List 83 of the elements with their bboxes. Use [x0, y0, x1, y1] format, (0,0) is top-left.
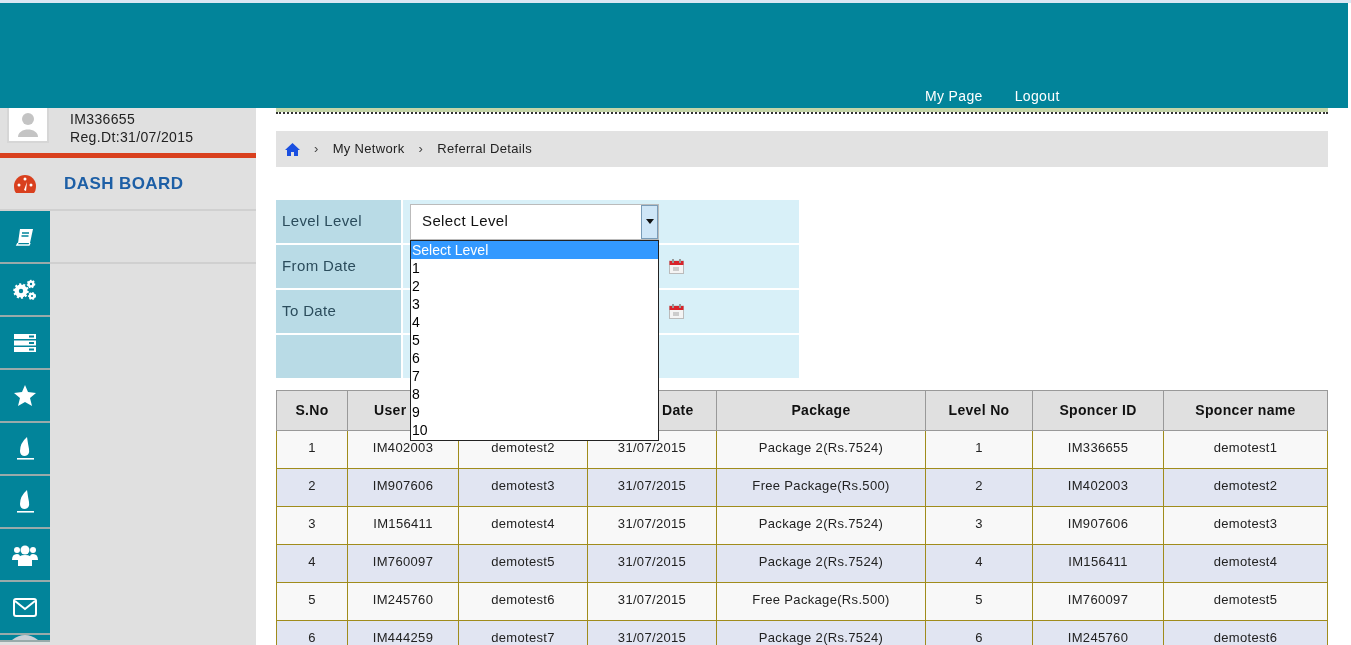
table-cell: demotest5 — [458, 544, 588, 583]
table-cell: 31/07/2015 — [587, 506, 717, 545]
flame-icon — [16, 436, 34, 461]
table-cell: 4 — [276, 544, 348, 583]
column-header: Sponcer name — [1163, 390, 1328, 431]
table-cell: demotest1 — [1163, 430, 1328, 469]
table-cell: IM402003 — [1032, 468, 1164, 507]
table-cell: demotest3 — [458, 468, 588, 507]
table-cell: Package 2(Rs.7524) — [716, 506, 926, 545]
gears-icon — [13, 278, 37, 301]
breadcrumb-separator: › — [314, 140, 319, 159]
calendar-icon[interactable] — [669, 259, 684, 274]
user-id: IM336655 — [70, 110, 137, 128]
sidebar-item[interactable] — [0, 317, 50, 370]
table-cell: Free Package(Rs.500) — [716, 468, 926, 507]
column-header: Level No — [925, 390, 1033, 431]
table-cell: 3 — [276, 506, 348, 545]
table-cell: Package 2(Rs.7524) — [716, 620, 926, 645]
table-cell: demotest4 — [1163, 544, 1328, 583]
breadcrumb-link[interactable]: My Network — [332, 139, 405, 159]
table-cell: demotest2 — [1163, 468, 1328, 507]
sidebar-item[interactable] — [0, 635, 50, 642]
home-icon[interactable] — [285, 142, 300, 156]
users-icon — [12, 543, 38, 566]
breadcrumb-separator: › — [418, 140, 424, 159]
table-cell: Free Package(Rs.500) — [716, 582, 926, 621]
sidebar-item[interactable] — [0, 582, 50, 635]
server-icon — [13, 333, 37, 352]
table-cell: demotest3 — [1163, 506, 1328, 545]
table-cell: demotest4 — [458, 506, 588, 545]
table-cell: IM156411 — [347, 506, 459, 545]
calendar-icon[interactable] — [669, 304, 684, 319]
table-cell: demotest7 — [458, 620, 588, 645]
column-header: Package — [716, 390, 926, 431]
dashboard-link[interactable]: DASH BOARD — [64, 170, 184, 197]
envelope-icon — [13, 598, 37, 617]
table-cell: IM444259 — [347, 620, 459, 645]
table-cell: 1 — [925, 430, 1033, 469]
table-cell: IM245760 — [1032, 620, 1164, 645]
table-cell: IM336655 — [1032, 430, 1164, 469]
table-cell: 6 — [276, 620, 348, 645]
table-cell: Package 2(Rs.7524) — [716, 544, 926, 583]
table-cell: demotest6 — [458, 582, 588, 621]
flame-icon — [16, 489, 34, 514]
table-cell: Package 2(Rs.7524) — [716, 430, 926, 469]
breadcrumb-link[interactable]: Referral Details — [437, 139, 532, 159]
table-cell: demotest6 — [1163, 620, 1328, 645]
table-cell: 31/07/2015 — [587, 620, 717, 645]
registration-date: Reg.Dt:31/07/2015 — [70, 128, 194, 146]
table-cell: 4 — [925, 544, 1033, 583]
table-cell: 31/07/2015 — [587, 468, 717, 507]
table-cell: demotest5 — [1163, 582, 1328, 621]
table-cell: IM907606 — [1032, 506, 1164, 545]
sidebar-item[interactable] — [0, 370, 50, 423]
table-cell: IM245760 — [347, 582, 459, 621]
sidebar-item[interactable] — [0, 529, 50, 582]
sidebar-item[interactable] — [0, 264, 50, 317]
field-label: To Date — [276, 290, 401, 333]
table-cell: IM760097 — [347, 544, 459, 583]
dashboard-gauge-icon — [13, 173, 37, 194]
table-cell: 31/07/2015 — [587, 544, 717, 583]
sidebar-item[interactable] — [0, 423, 50, 476]
table-cell: IM760097 — [1032, 582, 1164, 621]
table-cell: 3 — [925, 506, 1033, 545]
sidebar-item[interactable] — [0, 476, 50, 529]
table-cell: 6 — [925, 620, 1033, 645]
book-icon — [15, 226, 35, 247]
column-header: S.No — [276, 390, 348, 431]
table-cell: IM907606 — [347, 468, 459, 507]
table-cell: IM156411 — [1032, 544, 1164, 583]
table-cell: 5 — [276, 582, 348, 621]
column-header: Sponcer ID — [1032, 390, 1164, 431]
sidebar-item[interactable] — [0, 211, 50, 264]
star-icon — [14, 385, 36, 406]
field-label: Level Level — [276, 200, 401, 243]
table-cell: 1 — [276, 430, 348, 469]
field-label: From Date — [276, 245, 401, 288]
table-cell: 2 — [276, 468, 348, 507]
nav-link[interactable]: Logout — [1014, 86, 1060, 107]
table-cell: 31/07/2015 — [587, 582, 717, 621]
nav-link[interactable]: My Page — [925, 86, 983, 107]
table-cell: 5 — [925, 582, 1033, 621]
table-cell: 2 — [925, 468, 1033, 507]
